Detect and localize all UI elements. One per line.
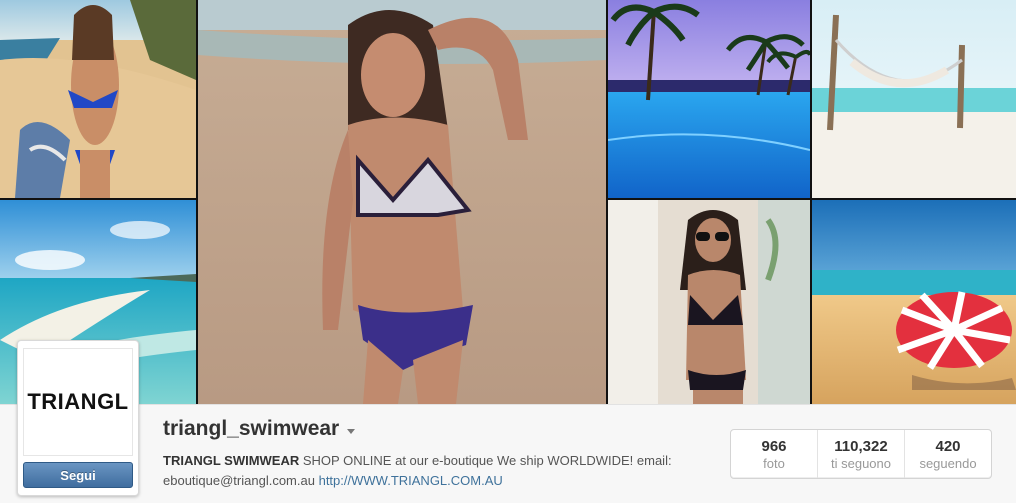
username-row[interactable]: triangl_swimwear: [163, 417, 356, 441]
bio-website-link[interactable]: http://WWW.TRIANGL.COM.AU: [319, 473, 503, 488]
stat-label: ti seguono: [831, 455, 891, 471]
stat-photos[interactable]: 966 foto: [731, 430, 818, 478]
bio: TRIANGL SWIMWEAR SHOP ONLINE at our e-bo…: [163, 451, 723, 491]
photo-umbrella-beach[interactable]: [812, 200, 1016, 404]
stat-followers[interactable]: 110,322 ti seguono: [818, 430, 905, 478]
bio-text: SHOP ONLINE at our e-boutique We ship WO…: [299, 453, 672, 468]
stat-following[interactable]: 420 seguendo: [905, 430, 991, 478]
chevron-down-icon[interactable]: [347, 428, 356, 434]
avatar-logo-text: TRIANGL: [27, 389, 129, 414]
photo-palm-pool[interactable]: [608, 0, 810, 198]
stat-value: 110,322: [834, 437, 888, 455]
bio-name: TRIANGL SWIMWEAR: [163, 453, 300, 468]
photo-model-sunglasses[interactable]: [608, 200, 810, 404]
avatar-card: TRIANGL Segui: [17, 340, 139, 496]
avatar[interactable]: TRIANGL: [23, 348, 133, 456]
bio-email: eboutique@triangl.com.au: [163, 473, 315, 488]
stat-value: 420: [935, 437, 961, 455]
stats-box: 966 foto 110,322 ti seguono 420 seguendo: [730, 429, 992, 479]
photo-hammock-beach[interactable]: [812, 0, 1016, 198]
follow-button[interactable]: Segui: [23, 462, 133, 488]
stat-label: foto: [763, 455, 785, 471]
username[interactable]: triangl_swimwear: [163, 417, 339, 441]
photo-model-beach-center[interactable]: [198, 0, 606, 404]
stat-label: seguendo: [919, 455, 977, 471]
cover-collage: [0, 0, 1016, 404]
photo-model-beach-blue-bikini[interactable]: [0, 0, 196, 198]
stat-value: 966: [761, 437, 787, 455]
